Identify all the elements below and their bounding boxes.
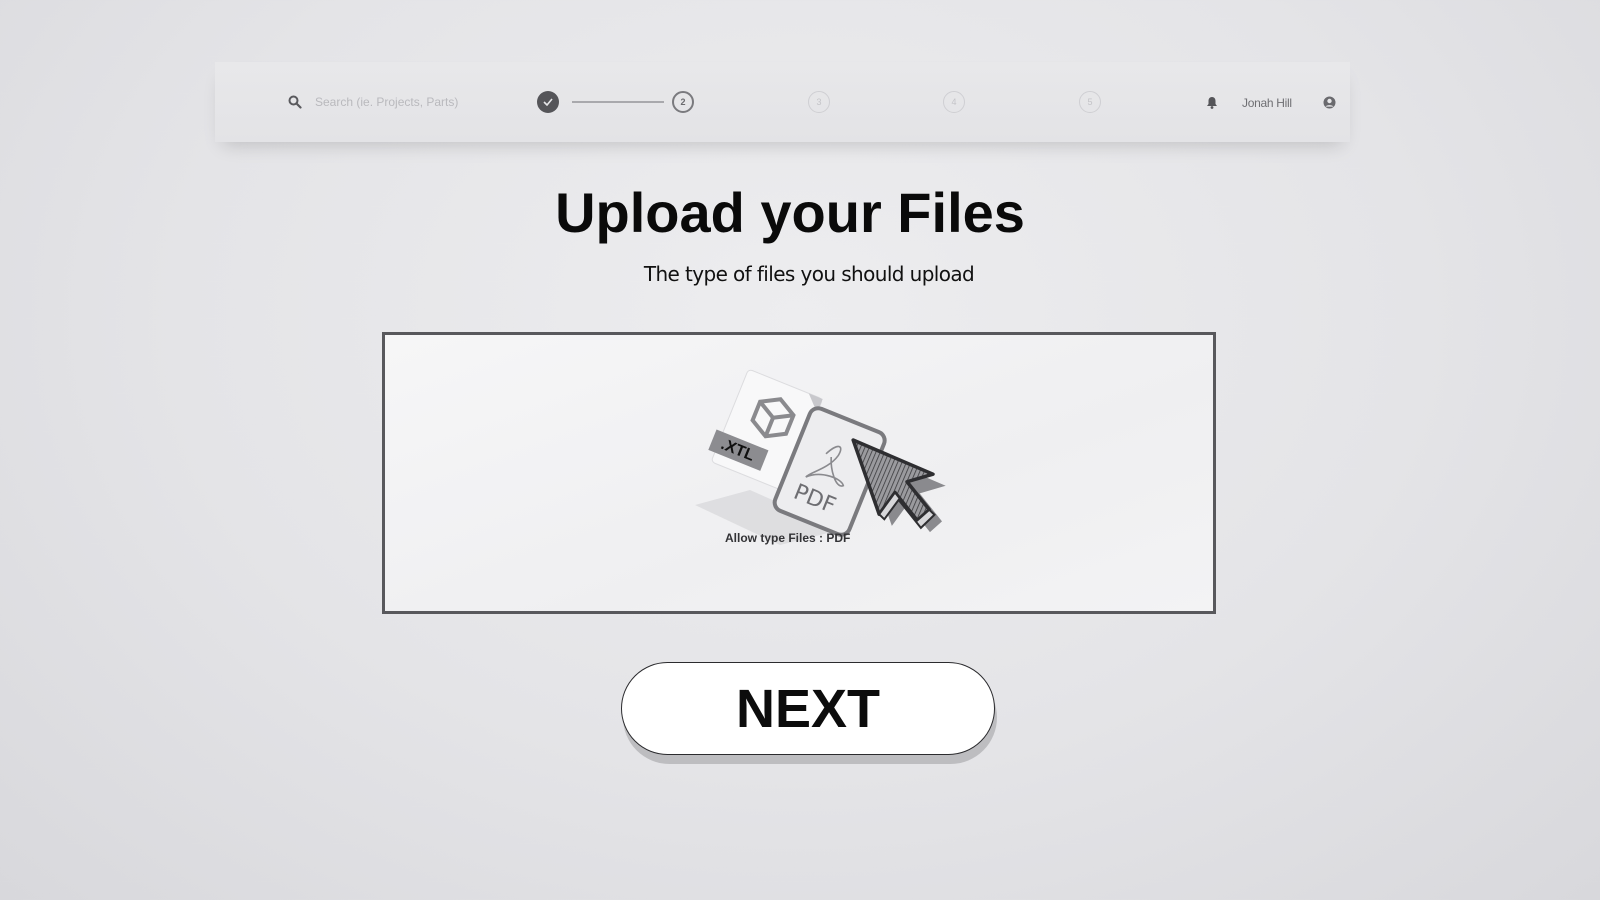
top-navigation-bar: 2 3 4 5 Jonah Hill — [215, 62, 1350, 142]
step-progress-line — [572, 101, 664, 103]
check-icon — [543, 98, 553, 106]
step-2-current[interactable]: 2 — [672, 91, 694, 113]
user-circle-icon[interactable] — [1323, 96, 1336, 109]
next-button[interactable]: NEXT — [621, 662, 995, 755]
page-title: Upload your Files — [555, 181, 1025, 244]
user-name[interactable]: Jonah Hill — [1242, 96, 1292, 110]
allowed-file-types-label: Allow type Files : PDF — [725, 531, 851, 545]
step-3[interactable]: 3 — [808, 91, 830, 113]
search-icon[interactable] — [288, 95, 302, 109]
bell-icon[interactable] — [1206, 96, 1218, 109]
step-1-completed[interactable] — [537, 91, 559, 113]
step-5[interactable]: 5 — [1079, 91, 1101, 113]
page-subtitle: The type of files you should upload — [643, 262, 975, 286]
upload-illustration: .XTL PDF — [695, 369, 946, 545]
search-input[interactable] — [315, 92, 495, 112]
file-upload-dropzone[interactable]: .XTL PDF Allow type Files : PDF — [382, 332, 1216, 614]
step-4[interactable]: 4 — [943, 91, 965, 113]
